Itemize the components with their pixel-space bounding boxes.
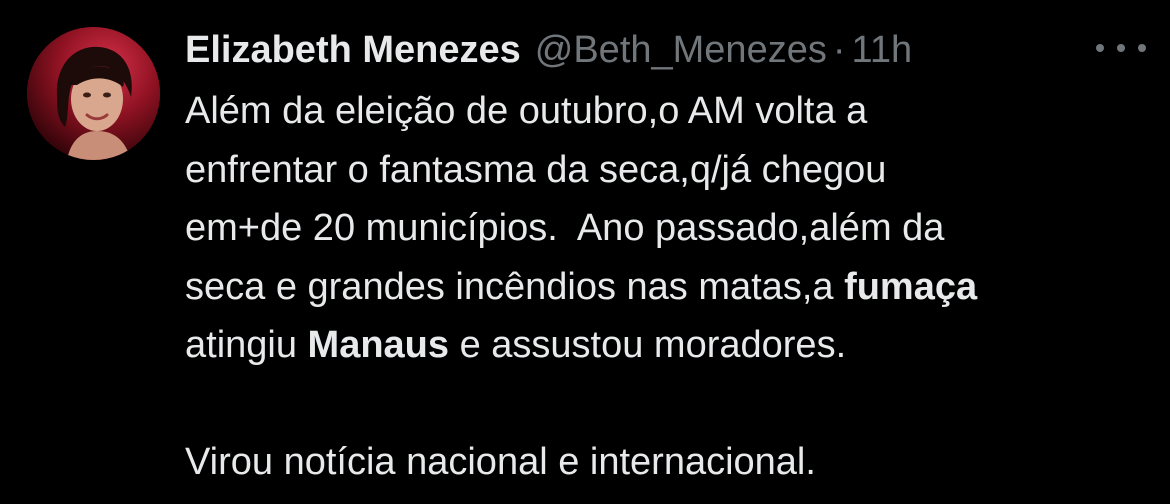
more-dot — [1117, 44, 1125, 52]
tweet-header: Elizabeth Menezes @Beth_Menezes · 11h — [185, 26, 912, 74]
tweet-line: em+de 20 municípios. Ano passado,além da — [185, 207, 945, 249]
tweet-bold-word: fumaça — [844, 265, 978, 308]
tweet-text-segment: e assustou moradores. — [449, 324, 847, 366]
more-dot — [1138, 44, 1146, 52]
tweet-line: atingiu Manaus e assustou moradores. — [185, 316, 1145, 375]
tweet-text: Além da eleição de outubro,o AM volta a … — [185, 82, 1145, 492]
tweet-bold-word: Manaus — [307, 324, 450, 366]
author-handle[interactable]: @Beth_Menezes — [535, 26, 827, 74]
profile-photo-icon — [27, 27, 160, 160]
tweet[interactable]: Elizabeth Menezes @Beth_Menezes · 11h Al… — [0, 0, 1170, 504]
separator-dot: · — [832, 29, 846, 71]
more-dot — [1096, 44, 1104, 52]
avatar[interactable] — [27, 27, 160, 160]
author-name[interactable]: Elizabeth Menezes — [185, 26, 521, 74]
tweet-text-segment: seca e grandes incêndios nas matas,a — [185, 265, 845, 308]
more-options-icon[interactable] — [1096, 36, 1146, 60]
timestamp[interactable]: 11h — [852, 26, 913, 74]
tweet-line: Virou notícia nacional e internacional. — [185, 441, 816, 483]
tweet-line: seca e grandes incêndios nas matas,a fum… — [185, 258, 1145, 317]
tweet-line: enfrentar o fantasma da seca,q/já chegou — [185, 148, 887, 191]
tweet-text-segment: atingiu — [185, 324, 308, 366]
tweet-line: Além da eleição de outubro,o AM volta a — [185, 90, 868, 132]
